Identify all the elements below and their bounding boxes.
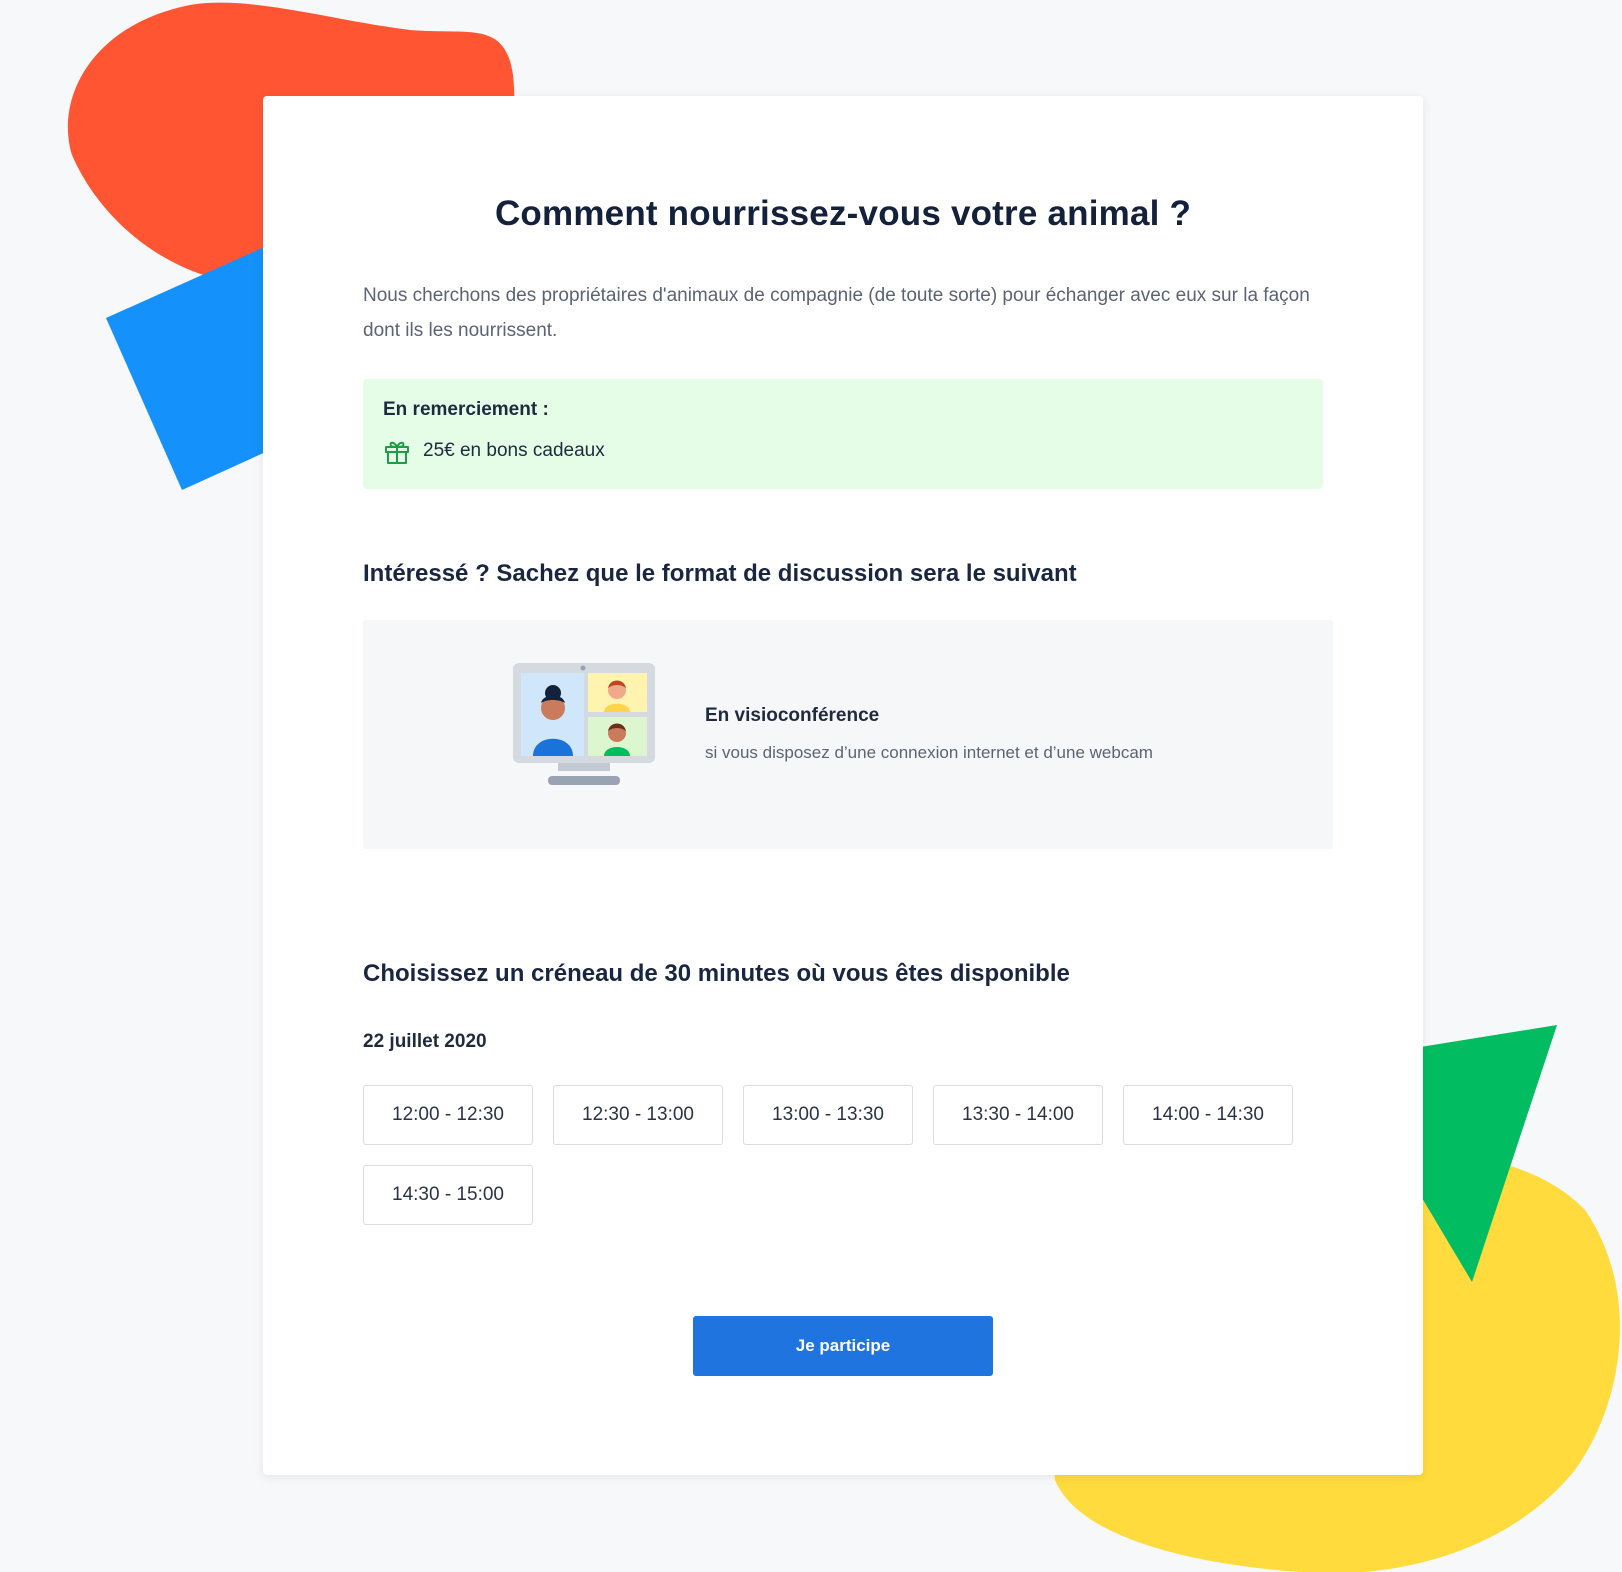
video-conference-icon xyxy=(513,663,655,787)
gift-icon xyxy=(383,437,411,465)
reward-title: En remerciement : xyxy=(383,399,549,420)
participate-button[interactable]: Je participe xyxy=(693,1316,993,1376)
page-title: Comment nourrissez-vous votre animal ? xyxy=(494,194,1192,233)
reward-line: 25€ en bons cadeaux xyxy=(383,437,605,465)
format-title: En visioconférence xyxy=(705,705,880,726)
time-slot-button[interactable]: 13:30 - 14:00 xyxy=(933,1085,1103,1145)
reward-text: 25€ en bons cadeaux xyxy=(423,440,605,461)
reward-box: En remerciement : 25€ en bons cadeaux xyxy=(363,379,1323,489)
format-subtitle: si vous disposez d’une connexion interne… xyxy=(705,743,1153,762)
time-slot-button[interactable]: 14:00 - 14:30 xyxy=(1123,1085,1293,1145)
survey-card: Comment nourrissez-vous votre animal ? N… xyxy=(263,96,1423,1475)
time-slot-grid: 12:00 - 12:30 12:30 - 13:00 13:00 - 13:3… xyxy=(363,1085,1323,1225)
format-option: En visioconférence si vous disposez d’un… xyxy=(363,620,1333,849)
intro-text: Nous cherchons des propriétaires d'anima… xyxy=(363,285,1310,341)
slots-heading: Choisissez un créneau de 30 minutes où v… xyxy=(363,960,1070,987)
time-slot-button[interactable]: 13:00 - 13:30 xyxy=(743,1085,913,1145)
time-slot-button[interactable]: 14:30 - 15:00 xyxy=(363,1165,533,1225)
time-slot-button[interactable]: 12:30 - 13:00 xyxy=(553,1085,723,1145)
format-heading: Intéressé ? Sachez que le format de disc… xyxy=(363,560,1077,587)
time-slot-button[interactable]: 12:00 - 12:30 xyxy=(363,1085,533,1145)
slot-date: 22 juillet 2020 xyxy=(363,1031,487,1052)
